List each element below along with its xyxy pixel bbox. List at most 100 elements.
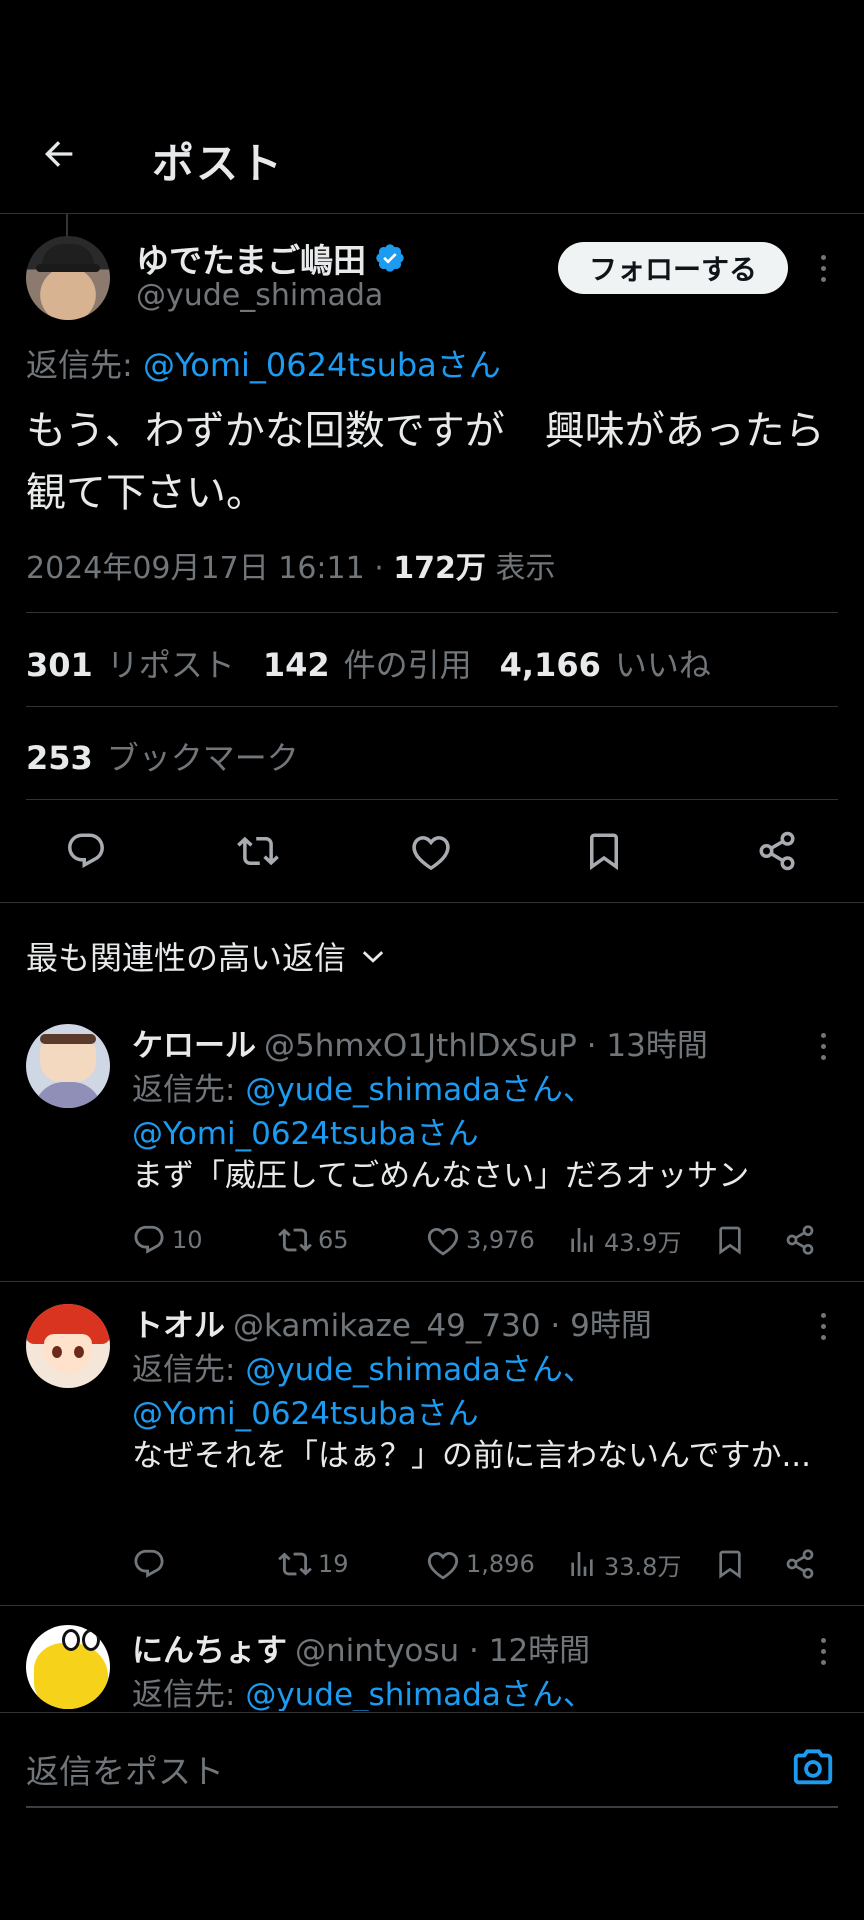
reply-to-handle[interactable]: @yude_shimadaさん、: [245, 1352, 594, 1388]
views-icon: [571, 1228, 593, 1252]
more-icon[interactable]: [808, 1306, 838, 1346]
reply-avatar[interactable]: [26, 1625, 110, 1709]
author-name[interactable]: ゆでたまご嶋田: [136, 234, 406, 282]
more-icon[interactable]: [808, 1026, 838, 1066]
chevron-down-icon: [362, 951, 384, 963]
views-count: 172万: [393, 551, 486, 586]
reply-text: なぜそれを「はぁ？」の前に言わないんですか...: [132, 1438, 812, 1474]
sort-label: 最も関連性の高い返信: [26, 939, 347, 977]
reply-avatar[interactable]: [26, 1024, 110, 1108]
reply-to-line: 返信先: @yude_shimadaさん、: [132, 1352, 594, 1388]
reply-to-handle[interactable]: @yude_shimadaさん、: [245, 1677, 594, 1711]
thread-line: [66, 214, 68, 238]
tweet-text: もう、わずかな回数ですが 興味があったら観て下さい。: [26, 408, 825, 516]
views-label: 表示: [485, 551, 556, 586]
camera-button[interactable]: [790, 1744, 836, 1790]
reply-header: ケロール @5hmxO1JthlDxSuP · 13時間: [132, 1020, 708, 1065]
tweet-action-bar: [0, 820, 864, 882]
likes-stat[interactable]: 4,166 いいね: [500, 640, 711, 686]
quotes-stat[interactable]: 142 件の引用: [263, 640, 472, 686]
reply-to-line: 返信先: @yude_shimadaさん、: [132, 1677, 594, 1711]
reply-text: まず「威圧してごめんなさい」だろオッサン: [132, 1158, 750, 1194]
reply-button[interactable]: [55, 820, 117, 882]
reply-action-bar: 19 1,896 33.8万: [132, 1544, 832, 1584]
reply-action-bar: 10 65 3,976 43.9万: [132, 1220, 832, 1260]
reply-sort-selector[interactable]: 最も関連性の高い返信: [26, 933, 386, 979]
more-icon[interactable]: [808, 1631, 838, 1671]
header-divider: [0, 213, 864, 214]
divider: [26, 799, 838, 800]
reply-icon: [134, 1225, 164, 1254]
camera-icon: [793, 1749, 833, 1785]
reply-to-handle[interactable]: @yude_shimadaさん、: [245, 1072, 594, 1108]
reply-to-prefix: 返信先:: [26, 346, 143, 384]
back-arrow-icon: [45, 141, 73, 167]
reply-share-button[interactable]: [784, 1544, 816, 1584]
tweet-meta: 2024年09月17日 16:11 · 172万 表示: [26, 543, 555, 587]
like-icon: [427, 1227, 459, 1256]
reply-item[interactable]: ケロール @5hmxO1JthlDxSuP · 13時間 返信先: @yude_s…: [0, 1020, 864, 1280]
share-icon: [786, 1549, 814, 1579]
reply-input[interactable]: 返信をポスト: [26, 1745, 224, 1793]
like-icon: [412, 836, 450, 871]
reply-like-button[interactable]: 3,976: [426, 1220, 535, 1260]
reposts-stat[interactable]: 301 リポスト: [26, 640, 235, 686]
share-icon: [786, 1225, 814, 1255]
reply-header: にんちょす @nintyosu · 12時間: [132, 1625, 590, 1670]
bookmarks-stat[interactable]: 253 ブックマーク: [26, 733, 299, 779]
reply-handle-time: @nintyosu · 12時間: [295, 1633, 591, 1669]
views-icon: [571, 1552, 593, 1576]
divider: [0, 1605, 864, 1606]
reply-bookmark-button[interactable]: [714, 1544, 746, 1584]
divider: [0, 1281, 864, 1282]
reply-reply-button[interactable]: 10: [132, 1220, 203, 1260]
reply-icon: [68, 833, 104, 868]
reply-to-line: 返信先: @yude_shimadaさん、: [132, 1072, 594, 1108]
author-avatar[interactable]: [26, 236, 110, 320]
back-button[interactable]: [30, 125, 88, 183]
reply-author-name[interactable]: にんちょす: [132, 1633, 287, 1669]
bookmark-icon: [590, 833, 618, 871]
reply-to-handle[interactable]: @Yomi_0624tsubaさん: [132, 1108, 479, 1153]
reply-icon: [134, 1549, 164, 1578]
share-icon: [759, 831, 795, 871]
reply-author-name[interactable]: ケロール: [132, 1028, 256, 1064]
share-button[interactable]: [746, 820, 808, 882]
page-title: ポスト: [152, 139, 285, 188]
bookmark-button[interactable]: [573, 820, 635, 882]
repost-icon: [237, 836, 279, 866]
reply-item[interactable]: にんちょす @nintyosu · 12時間 返信先: @yude_shimada…: [0, 1625, 864, 1711]
top-bar: ポスト: [0, 0, 864, 214]
engagement-stats: 301 リポスト 142 件の引用 4,166 いいね: [26, 640, 711, 686]
tweet-timestamp[interactable]: 2024年09月17日 16:11 ·: [26, 551, 393, 586]
reply-avatar[interactable]: [26, 1304, 110, 1388]
reply-views-button[interactable]: 33.8万: [566, 1544, 681, 1584]
reply-to-line: 返信先: @Yomi_0624tsubaさん: [26, 340, 501, 386]
reply-repost-button[interactable]: 19: [278, 1544, 349, 1584]
author-handle[interactable]: @yude_shimada: [136, 278, 383, 313]
like-icon: [427, 1551, 459, 1580]
reply-reply-button[interactable]: [132, 1544, 172, 1584]
reply-input-underline: [26, 1806, 838, 1808]
reply-header: トオル @kamikaze_49_730 · 9時間: [132, 1300, 652, 1345]
bookmark-icon: [719, 1550, 741, 1579]
like-button[interactable]: [400, 820, 462, 882]
reply-views-button[interactable]: 43.9万: [566, 1220, 681, 1260]
reply-item[interactable]: トオル @kamikaze_49_730 · 9時間 返信先: @yude_shi…: [0, 1300, 864, 1600]
more-icon[interactable]: [808, 248, 838, 288]
divider: [0, 902, 864, 903]
reply-bookmark-button[interactable]: [714, 1220, 746, 1260]
reply-author-name[interactable]: トオル: [132, 1308, 225, 1344]
reply-repost-button[interactable]: 65: [278, 1220, 349, 1260]
author-name-text: ゆでたまご嶋田: [136, 241, 367, 280]
reply-share-button[interactable]: [784, 1220, 816, 1260]
reply-to-handle[interactable]: @Yomi_0624tsubaさん: [132, 1388, 479, 1433]
repost-icon: [278, 1552, 312, 1576]
follow-button[interactable]: フォローする: [558, 242, 788, 294]
reply-like-button[interactable]: 1,896: [426, 1544, 535, 1584]
reply-to-handle[interactable]: @Yomi_0624tsubaさん: [143, 346, 501, 384]
repost-icon: [278, 1228, 312, 1252]
divider: [26, 706, 838, 707]
repost-button[interactable]: [227, 820, 289, 882]
reply-handle-time: @kamikaze_49_730 · 9時間: [233, 1308, 652, 1344]
